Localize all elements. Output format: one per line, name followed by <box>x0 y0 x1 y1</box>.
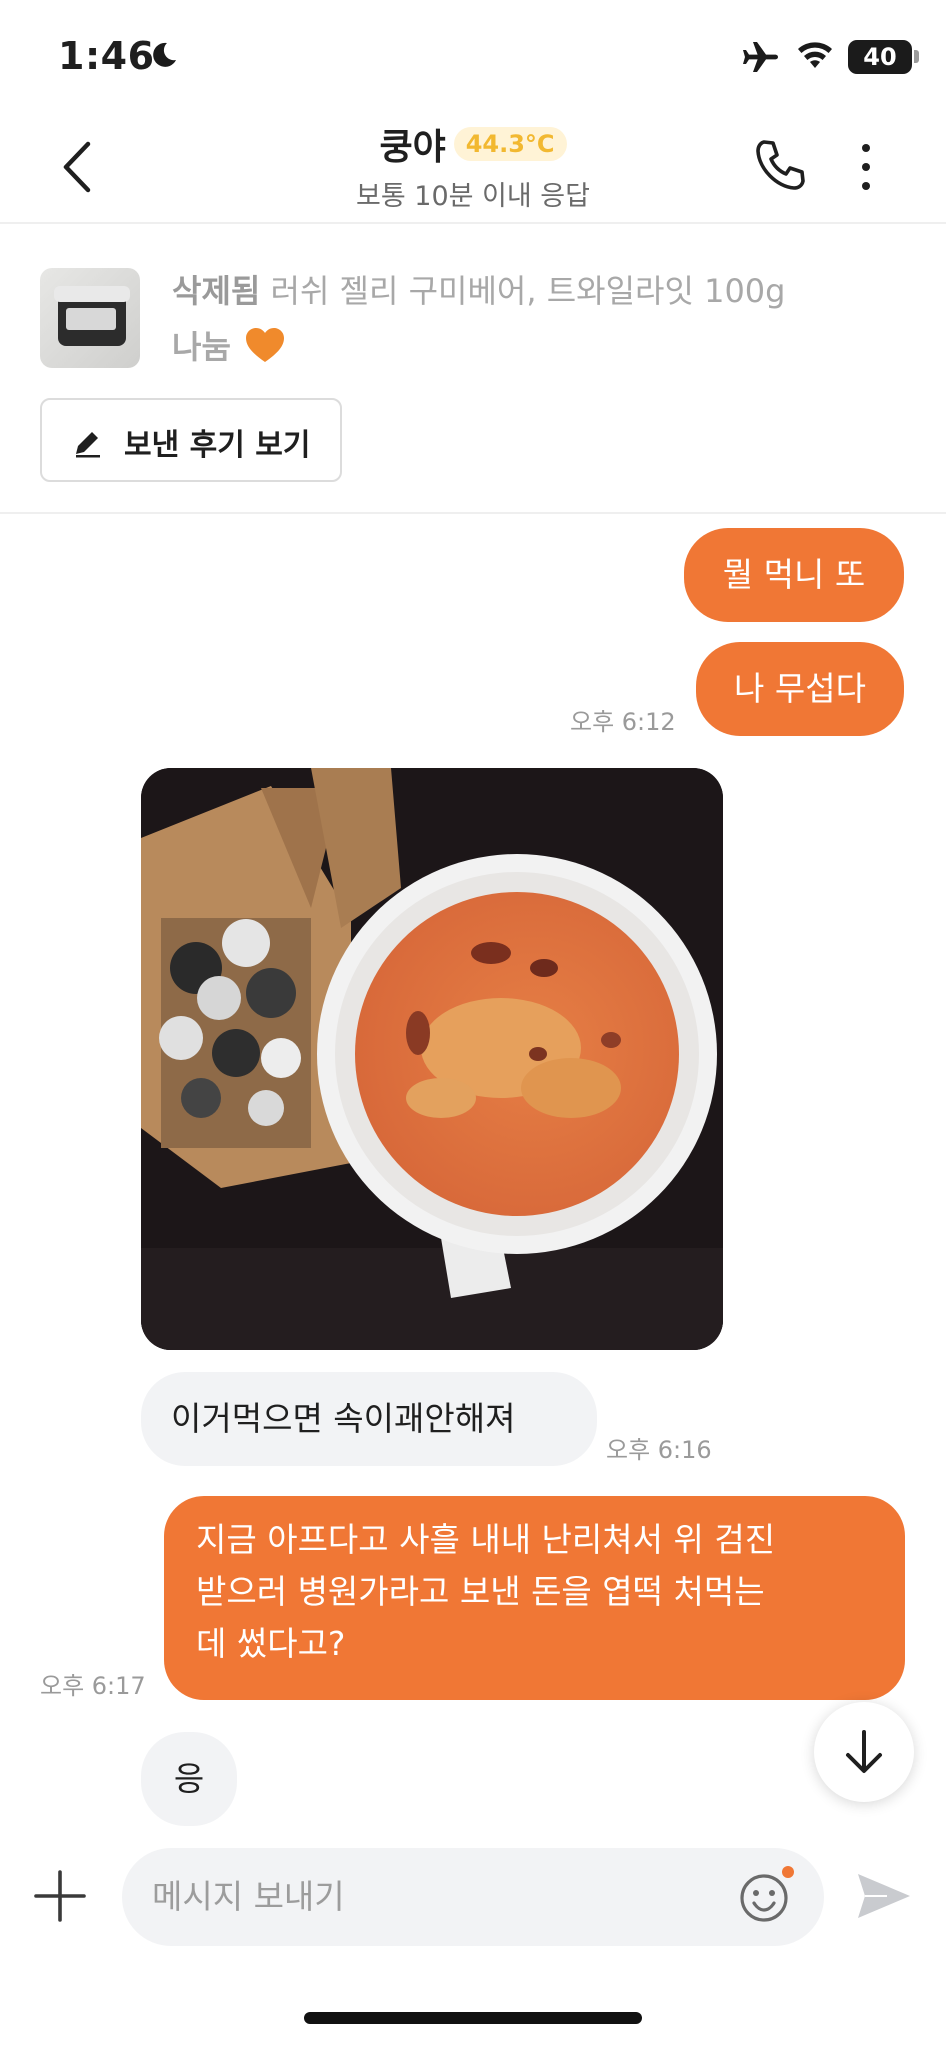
message-bubble-sent[interactable]: 뭘 먹니 또 <box>684 528 904 622</box>
pencil-icon <box>76 432 100 458</box>
scroll-to-bottom-button[interactable] <box>814 1702 914 1802</box>
photo-message[interactable] <box>141 768 723 1350</box>
airplane-icon <box>743 42 778 72</box>
sent-review-label: 보낸 후기 보기 <box>124 428 311 463</box>
product-thumbnail[interactable] <box>40 268 140 368</box>
message-input-placeholder: 메시지 보내기 <box>152 1877 345 1916</box>
battery-nub <box>914 50 919 63</box>
header-divider <box>0 222 946 224</box>
home-indicator <box>304 2012 642 2024</box>
heart-icon <box>246 328 284 362</box>
moon-icon <box>153 42 176 67</box>
message-line: 지금 아프다고 사흘 내내 난리쳐서 위 검진 <box>196 1520 776 1559</box>
food-photo-image <box>141 768 723 1350</box>
more-icon[interactable] <box>856 140 876 194</box>
product-price: 나눔 <box>172 328 231 366</box>
message-timestamp: 오후 6:17 <box>40 1672 146 1700</box>
wifi-icon <box>798 42 832 68</box>
battery-indicator: 40 <box>848 40 912 74</box>
message-bubble-sent[interactable]: 나 무섭다 <box>696 642 904 736</box>
emoji-new-dot <box>782 1866 794 1878</box>
product-divider <box>0 512 946 514</box>
product-jar-lid <box>54 286 130 302</box>
message-input[interactable]: 메시지 보내기 <box>122 1848 824 1946</box>
product-status: 삭제됨 <box>172 272 261 310</box>
message-bubble-received[interactable]: 응 <box>141 1732 237 1826</box>
chat-partner-name[interactable]: 쿵야 <box>379 127 445 168</box>
phone-icon[interactable] <box>752 136 810 194</box>
send-icon[interactable] <box>854 1870 912 1922</box>
sent-review-button[interactable]: 보낸 후기 보기 <box>40 398 342 482</box>
product-jar-label <box>66 308 116 330</box>
message-line: 데 썼다고? <box>196 1624 346 1663</box>
product-title-line[interactable]: 삭제됨 러쉬 젤리 구미베어, 트와일라잇 100g <box>172 266 785 312</box>
message-bubble-received[interactable]: 이거먹으면 속이괘안해져 <box>141 1372 597 1466</box>
plus-icon[interactable] <box>34 1870 86 1922</box>
emoji-icon[interactable] <box>738 1872 790 1924</box>
manner-temperature-badge: 44.3°C <box>453 127 567 161</box>
message-timestamp: 오후 6:16 <box>606 1436 712 1464</box>
status-time: 1:46 <box>58 34 155 78</box>
message-timestamp: 오후 6:12 <box>570 708 676 736</box>
product-name: 러쉬 젤리 구미베어, 트와일라잇 100g <box>270 272 786 310</box>
arrow-down-icon <box>846 1730 882 1773</box>
message-line: 받으러 병원가라고 보낸 돈을 엽떡 처먹는 <box>196 1572 765 1611</box>
message-bubble-sent[interactable]: 지금 아프다고 사흘 내내 난리쳐서 위 검진 받으러 병원가라고 보낸 돈을 … <box>164 1496 905 1700</box>
